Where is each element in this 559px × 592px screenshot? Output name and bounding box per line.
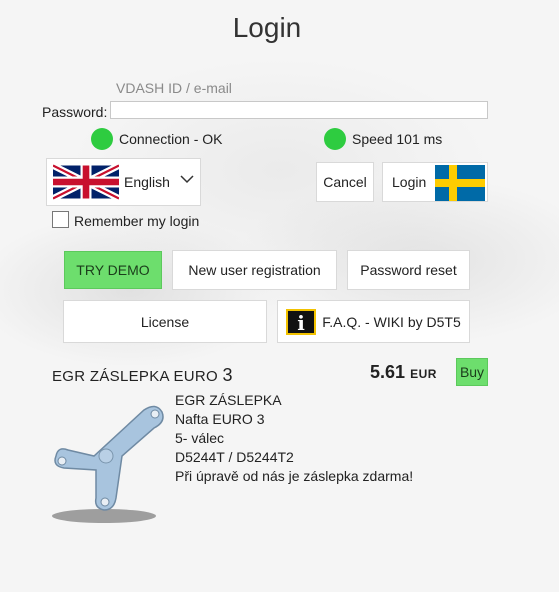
desc-line: 5- válec [175,430,225,446]
desc-line: Při úpravě od nás je záslepka zdarma! [175,468,414,484]
desc-line: Nafta EURO 3 [175,411,265,427]
vdash-id-label: VDASH ID / e-mail [116,80,232,96]
remember-checkbox[interactable] [52,211,69,228]
page-title: Login [232,12,302,43]
license-button[interactable]: License [63,300,267,343]
password-label: Password: [42,104,108,120]
remember-label: Remember my login [74,213,200,229]
product-title-text: EGR ZÁSLEPKA EURO [52,368,218,385]
login-button-label: Login [392,174,427,190]
buy-button[interactable]: Buy [456,358,488,386]
faq-button[interactable]: i F.A.Q. - WIKI by D5T5 [277,300,470,343]
price-value: 5.61 [370,362,406,382]
connection-status-dot [91,128,113,150]
desc-line: EGR ZÁSLEPKA [175,392,282,408]
password-reset-button[interactable]: Password reset [347,250,470,290]
speed-status-text: Speed 101 ms [352,131,443,147]
login-button[interactable]: Login [382,162,488,202]
product-title: EGR ZÁSLEPKA EURO 3 [52,365,233,386]
chevron-down-icon [180,175,194,184]
connection-status-text: Connection - OK [119,131,223,147]
svg-text:i: i [297,311,305,335]
sweden-flag-icon [435,165,485,201]
product-price: 5.61 EUR [370,362,437,383]
password-field[interactable] [110,101,488,119]
language-select[interactable]: English [46,158,201,206]
egr-plate-image [52,405,164,523]
new-registration-button[interactable]: New user registration [172,250,337,290]
try-demo-button[interactable]: TRY DEMO [64,251,162,289]
speed-status-dot [324,128,346,150]
price-currency: EUR [410,367,437,381]
faq-button-label: F.A.Q. - WIKI by D5T5 [322,313,461,330]
product-title-number: 3 [222,365,233,385]
uk-flag-icon [53,164,119,200]
info-icon: i [286,308,317,335]
cancel-button[interactable]: Cancel [316,162,374,202]
language-label: English [124,174,170,190]
desc-line: D5244T / D5244T2 [175,449,294,465]
